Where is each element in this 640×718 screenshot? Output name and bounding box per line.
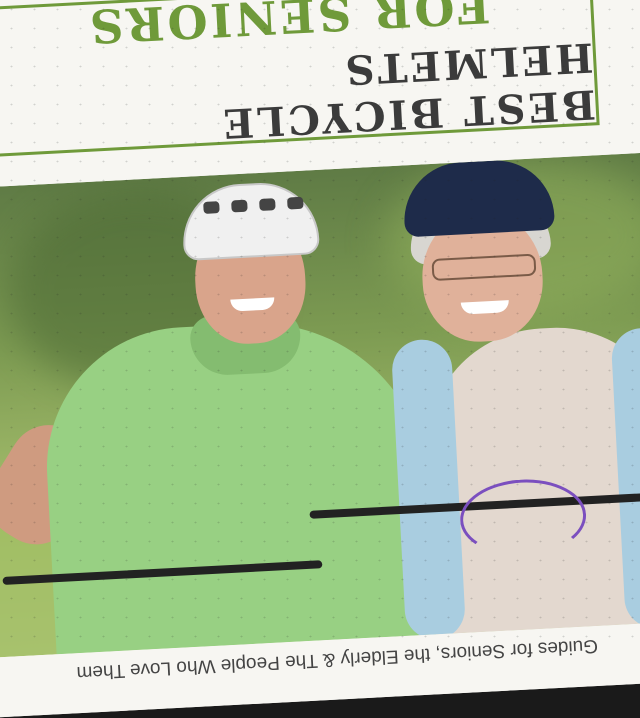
helmet-vent [287, 196, 304, 210]
helmet-vent [259, 198, 276, 211]
title-block: BEST BICYCLE HELMETS FOR SENIORS [0, 0, 597, 154]
title-frame: BEST BICYCLE HELMETS FOR SENIORS [0, 0, 600, 158]
poster: BEST BICYCLE HELMETS FOR SENIORS Guides … [0, 0, 640, 718]
helmet-vent [203, 201, 220, 214]
white-helmet [180, 179, 321, 262]
photo-couple-on-bikes [0, 151, 640, 658]
helmet-vent [231, 199, 248, 213]
